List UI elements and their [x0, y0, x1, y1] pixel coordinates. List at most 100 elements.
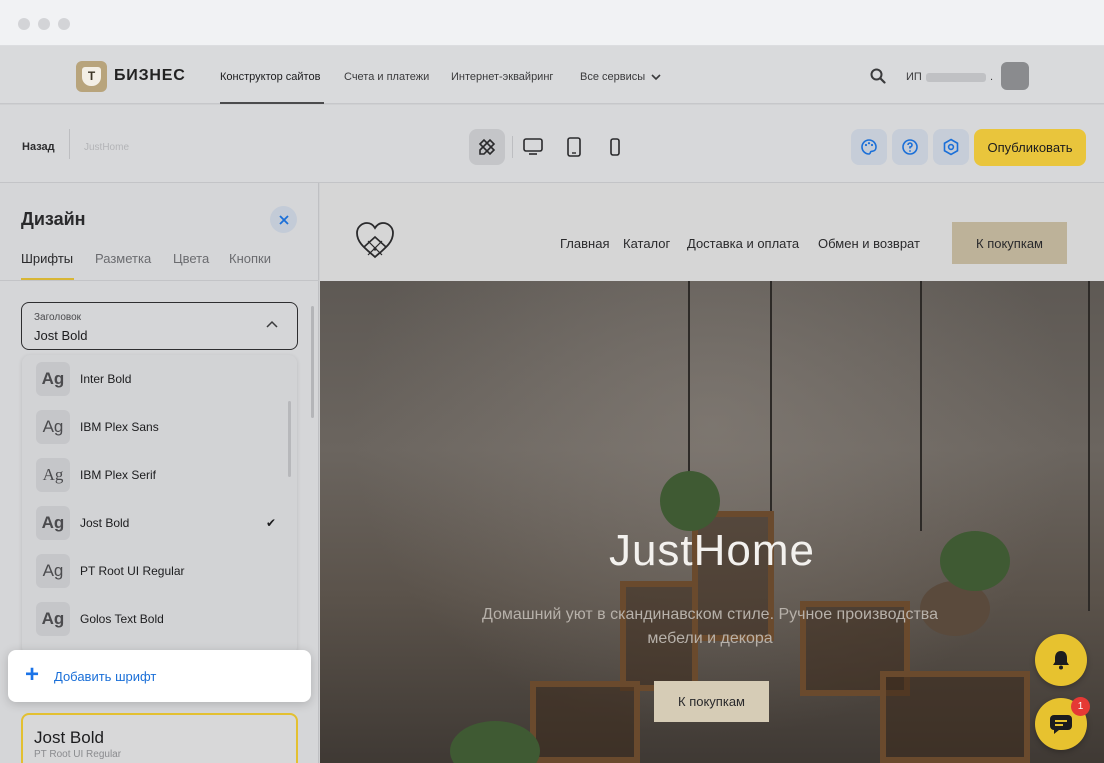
site-nav-returns[interactable]: Обмен и возврат	[818, 236, 920, 251]
help-icon	[902, 139, 918, 155]
account-suffix: .	[990, 71, 994, 83]
tab-layout[interactable]: Разметка	[95, 251, 151, 266]
account-label[interactable]: ИП	[906, 71, 922, 83]
font-option[interactable]: Ag IBM Plex Serif	[22, 451, 297, 499]
design-tools-button[interactable]	[469, 129, 505, 165]
panel-title: Дизайн	[21, 209, 86, 229]
notifications-button[interactable]	[1035, 634, 1087, 686]
tablet-icon	[567, 137, 581, 157]
font-dropdown-list: Ag Inter Bold Ag IBM Plex Sans Ag IBM Pl…	[22, 355, 297, 655]
nav-active-indicator	[220, 102, 324, 104]
mobile-view-button[interactable]	[597, 129, 633, 165]
tablet-view-button[interactable]	[556, 129, 592, 165]
site-header-shop-button[interactable]: К покупкам	[952, 222, 1067, 264]
chat-unread-badge: 1	[1071, 697, 1090, 716]
font-option-name: Golos Text Bold	[80, 612, 164, 626]
font-option-name: IBM Plex Sans	[80, 420, 159, 434]
desktop-view-button[interactable]	[515, 129, 551, 165]
font-option[interactable]: Ag PT Root UI Regular	[22, 547, 297, 595]
hero-subtitle: Домашний уют в скандинавском стиле. Ручн…	[481, 606, 939, 647]
panel-close-button[interactable]	[270, 206, 297, 233]
nav-invoices[interactable]: Счета и платежи	[344, 71, 429, 83]
plus-icon: +	[25, 661, 40, 688]
font-sample-icon: Ag	[36, 554, 70, 588]
font-pair-body: PT Root UI Regular	[34, 749, 122, 760]
heart-home-logo-icon[interactable]	[354, 221, 396, 261]
brand-name[interactable]: БИЗНЕС	[114, 67, 186, 85]
font-pair-card[interactable]: Jost Bold PT Root UI Regular	[21, 713, 298, 763]
font-sample-icon: Ag	[36, 410, 70, 444]
hero-shop-button[interactable]: К покупкам	[654, 681, 769, 722]
wooden-crate-shelf	[530, 681, 640, 763]
font-sample-icon: Ag	[36, 602, 70, 636]
nav-site-builder[interactable]: Конструктор сайтов	[220, 71, 320, 83]
add-font-label: Добавить шрифт	[54, 669, 157, 684]
hero-title: JustHome	[608, 526, 816, 575]
dropdown-scrollbar[interactable]	[288, 401, 291, 477]
help-button[interactable]	[892, 129, 928, 165]
font-option-name: PT Root UI Regular	[80, 564, 185, 578]
back-button[interactable]: Назад	[22, 141, 55, 153]
site-nav-catalog[interactable]: Каталог	[623, 236, 670, 251]
window-titlebar	[0, 0, 1104, 46]
chevron-down-icon	[651, 74, 661, 81]
nav-all-services[interactable]: Все сервисы	[580, 71, 661, 83]
site-nav-home[interactable]: Главная	[560, 236, 609, 251]
site-hero: JustHome Домашний уют в скандинавском ст…	[320, 281, 1104, 763]
pencil-ruler-icon	[478, 138, 496, 156]
font-option[interactable]: Ag Inter Bold	[22, 355, 297, 403]
design-panel: Дизайн Шрифты Разметка Цвета Кнопки Заго…	[0, 183, 319, 763]
pendant-cable	[920, 281, 922, 531]
wooden-crate-shelf	[880, 671, 1030, 763]
heading-font-select[interactable]: Заголовок Jost Bold	[21, 302, 298, 350]
editor-toolbar: Назад JustHome Опубликовать	[0, 105, 1104, 183]
mobile-icon	[610, 138, 620, 156]
avatar[interactable]	[1001, 62, 1029, 90]
site-preview-header: Главная Каталог Доставка и оплата Обмен …	[320, 183, 1104, 281]
nav-all-services-label: Все сервисы	[580, 71, 646, 83]
font-sample-icon: Ag	[36, 458, 70, 492]
site-name: JustHome	[84, 142, 130, 153]
panel-scrollbar[interactable]	[311, 306, 314, 418]
window-minimize-dot[interactable]	[38, 18, 50, 30]
font-option[interactable]: Ag Golos Text Bold	[22, 595, 297, 643]
chevron-up-icon	[266, 320, 278, 328]
heading-font-value: Jost Bold	[34, 328, 88, 343]
chat-icon	[1050, 715, 1072, 734]
bell-icon	[1053, 651, 1069, 670]
gear-icon	[943, 138, 959, 156]
brand-logo[interactable]: Т	[76, 61, 107, 92]
font-sample-icon: Ag	[36, 506, 70, 540]
panel-divider	[0, 280, 319, 281]
tab-fonts[interactable]: Шрифты	[21, 251, 73, 266]
site-nav-delivery[interactable]: Доставка и оплата	[687, 236, 799, 251]
desktop-icon	[523, 138, 543, 155]
window-maximize-dot[interactable]	[58, 18, 70, 30]
close-icon	[278, 214, 289, 225]
font-option-name: Jost Bold	[80, 516, 130, 530]
font-option[interactable]: Ag IBM Plex Sans	[22, 403, 297, 451]
add-font-button[interactable]: + Добавить шрифт	[8, 650, 311, 702]
tab-buttons[interactable]: Кнопки	[229, 251, 271, 266]
search-icon[interactable]	[870, 68, 886, 84]
font-pair-heading: Jost Bold	[34, 728, 104, 747]
palette-button[interactable]	[851, 129, 887, 165]
font-option-name: IBM Plex Serif	[80, 468, 157, 482]
device-divider	[512, 136, 513, 158]
plant-decor	[660, 471, 720, 531]
palette-icon	[861, 139, 877, 155]
account-name-redacted	[926, 73, 986, 82]
brand-logo-letter: Т	[82, 67, 101, 86]
nav-acquiring[interactable]: Интернет-эквайринг	[451, 71, 553, 83]
font-sample-icon: Ag	[36, 362, 70, 396]
font-option-selected[interactable]: Ag Jost Bold ✔	[22, 499, 297, 547]
font-option-name: Inter Bold	[80, 372, 132, 386]
window-close-dot[interactable]	[18, 18, 30, 30]
heading-font-label: Заголовок	[34, 312, 82, 323]
tab-colors[interactable]: Цвета	[173, 251, 209, 266]
toolbar-divider	[69, 129, 70, 159]
publish-button[interactable]: Опубликовать	[974, 129, 1086, 166]
checkmark-icon: ✔	[266, 516, 277, 530]
settings-button[interactable]	[933, 129, 969, 165]
top-navigation: Т БИЗНЕС Конструктор сайтов Счета и плат…	[0, 46, 1104, 104]
